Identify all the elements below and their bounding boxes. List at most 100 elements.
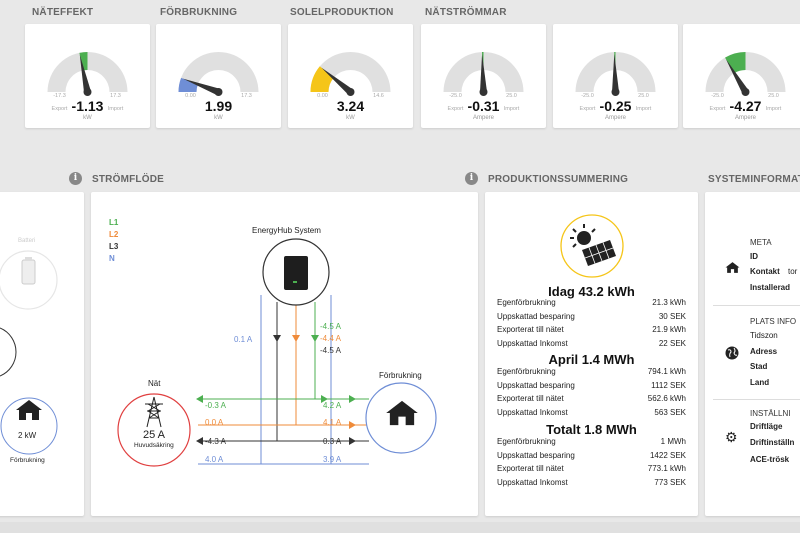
meta-contact-value: tor — [788, 267, 798, 276]
production-row-label: Uppskattad besparing — [497, 450, 575, 460]
place-timezone: Tidszon — [750, 331, 778, 340]
divider — [713, 305, 800, 306]
info-icon[interactable]: i — [69, 172, 82, 185]
gear-icon: ⚙ — [725, 429, 738, 445]
production-row-value: 21.3 kWh — [652, 298, 686, 307]
gauge-hub — [214, 88, 223, 96]
place-city: Stad — [750, 362, 768, 371]
gauge-value: -1.13 — [71, 98, 104, 114]
production-row-value: 563 SEK — [654, 407, 686, 417]
consumption-l1-current: 4.2 A — [323, 401, 342, 410]
gauge-hub — [346, 88, 355, 96]
house-icon — [16, 400, 42, 420]
settings-operation: Driftinställn — [750, 438, 795, 447]
section-title-forbrukning: FÖRBRUKNING — [160, 7, 238, 18]
power-flow-panel: L1 L2 L3 N EnergyHub System Nät 25 A Huv… — [91, 192, 478, 516]
production-row: Egenförbrukning 1 MWh — [497, 437, 686, 446]
gauge-dial — [178, 52, 259, 96]
grid-l1-current: -0.3 A — [205, 401, 226, 410]
gauge-dial — [310, 52, 391, 96]
grid-l2-current: 0.0 A — [205, 418, 224, 427]
hub-l2-current: -4.4 A — [320, 334, 341, 343]
info-icon[interactable]: i — [465, 172, 478, 185]
production-row-value: 562.6 kWh — [647, 394, 686, 403]
production-row-label: Egenförbrukning — [497, 367, 556, 376]
production-row-label: Egenförbrukning — [497, 298, 556, 307]
flow-diagram — [117, 238, 437, 467]
section-title-stromflode: STRÖMFLÖDE — [92, 174, 164, 185]
production-row: Exporterat till nätet 562.6 kWh — [497, 394, 686, 403]
gauge-hub — [741, 88, 750, 96]
gauge-unit: kW — [83, 115, 92, 121]
meta-id: ID — [750, 252, 758, 261]
production-summary-panel: Idag 43.2 kWh Egenförbrukning 21.3 kWh Upp… — [485, 192, 698, 516]
gauge-card: -17.3 17.3 Export Import -1.13 kW — [25, 24, 150, 128]
gauge-card: -25.0 25.0 Export Import -4.27 Ampere — [683, 24, 800, 128]
production-row-value: 30 SEK — [658, 311, 686, 321]
production-row-value: 1112 SEK — [651, 380, 686, 390]
grid-n-current: 4.0 A — [205, 455, 224, 464]
gauge-unit: Ampere — [734, 115, 756, 121]
gauge-card: 0.00 14.6 3.24 kW — [288, 24, 413, 128]
hub-n-current: 0.1 A — [234, 335, 253, 344]
production-row-value: 1 MWh — [660, 437, 686, 446]
meta-installed: Installerad — [750, 283, 791, 292]
place-country: Land — [750, 378, 770, 387]
production-row: Uppskattad besparing 1112 SEK — [497, 381, 686, 390]
house-icon — [386, 400, 418, 426]
power-pylon-icon — [145, 396, 163, 428]
grid-fuse-label: Huvudsäkring — [134, 442, 174, 449]
gauge-card: 0.00 17.3 1.99 kW — [156, 24, 281, 128]
gauge-dial — [443, 52, 524, 96]
grid-l3-current: -4.3 A — [205, 437, 226, 446]
production-row: Exporterat till nätet 773.1 kWh — [497, 464, 686, 473]
meta-contact: Kontakt — [750, 267, 780, 276]
settings-mode: Driftläge — [750, 422, 783, 431]
settings-title: INSTÄLLNI — [750, 409, 791, 418]
gauge-unit: Ampere — [472, 115, 494, 121]
production-row-label: Uppskattad besparing — [497, 380, 575, 390]
gauge-value: -0.31 — [467, 98, 500, 114]
gauge-unit: kW — [346, 115, 355, 121]
production-row-label: Uppskattad Inkomst — [497, 338, 568, 348]
production-row: Uppskattad besparing 30 SEK — [497, 312, 686, 321]
gauge-value: -4.27 — [729, 98, 762, 114]
gauge-unit: Ampere — [604, 115, 626, 121]
gauge-card: -25.0 25.0 Export Import -0.31 Ampere — [421, 24, 546, 128]
gauge-dial — [705, 52, 786, 96]
section-title-nateffekt: NÄTEFFEKT — [32, 7, 94, 18]
place-title: PLATS INFO — [750, 317, 797, 326]
total-title: Totalt 1.8 MWh — [546, 422, 637, 437]
production-row-label: Uppskattad Inkomst — [497, 477, 568, 487]
gauge-dial — [47, 52, 128, 96]
production-row-value: 773 SEK — [654, 477, 686, 487]
section-title-systeminformation: SYSTEMINFORMATI — [708, 174, 800, 185]
gauge-hub — [83, 88, 92, 96]
production-row: Egenförbrukning 794.1 kWh — [497, 367, 686, 376]
consumption-label: Förbrukning — [10, 457, 45, 464]
production-row: Uppskattad besparing 1422 SEK — [497, 451, 686, 460]
today-title: Idag 43.2 kWh — [548, 284, 635, 299]
section-title-natstrommar: NÄTSTRÖMMAR — [425, 7, 507, 18]
consumption-label: Förbrukning — [379, 371, 422, 380]
month-title: April 1.4 MWh — [548, 352, 635, 367]
gauge-unit: kW — [214, 115, 223, 121]
energy-overview-panel: Batteri 2 kW Förbrukning — [0, 192, 84, 516]
production-row: Egenförbrukning 21.3 kWh — [497, 298, 686, 307]
production-row-label: Uppskattad Inkomst — [497, 407, 568, 417]
section-title-produktionssummering: PRODUKTIONSSUMMERING — [488, 174, 629, 185]
production-row-value: 22 SEK — [658, 338, 686, 348]
place-address: Adress — [750, 347, 778, 356]
grid-fuse-value: 25 A — [143, 429, 166, 441]
solar-panel-icon — [560, 214, 624, 278]
hub-l3-current: -4.5 A — [320, 346, 341, 355]
production-row-value: 773.1 kWh — [647, 464, 686, 473]
production-row-value: 794.1 kWh — [647, 367, 686, 376]
production-row: Exporterat till nätet 21.9 kWh — [497, 325, 686, 334]
gauge-value: 3.24 — [336, 98, 365, 114]
consumption-l2-current: 4.1 A — [323, 418, 342, 427]
production-row-value: 1422 SEK — [649, 450, 686, 460]
production-row: Uppskattad Inkomst 22 SEK — [497, 339, 686, 348]
gauge-hub — [479, 88, 488, 96]
gauge-dial — [575, 52, 656, 96]
